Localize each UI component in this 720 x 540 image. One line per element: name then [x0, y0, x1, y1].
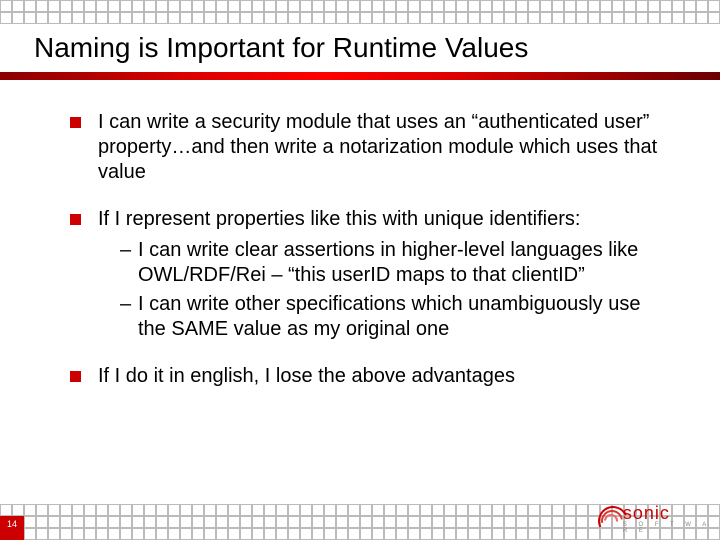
- slide-title: Naming is Important for Runtime Values: [34, 32, 528, 64]
- sonic-logo-icon: [596, 504, 619, 534]
- sonic-logo: sonic S O F T W A R E: [596, 502, 714, 536]
- sub-bullet-text: I can write clear assertions in higher-l…: [138, 239, 638, 286]
- bullet-item: I can write a security module that uses …: [70, 110, 660, 185]
- logo-brand-text: sonic: [623, 504, 714, 522]
- sub-bullet-text: I can write other specifications which u…: [138, 293, 640, 340]
- sub-list: I can write clear assertions in higher-l…: [98, 238, 660, 342]
- sub-bullet-item: I can write clear assertions in higher-l…: [120, 238, 660, 288]
- bullet-text: If I represent properties like this with…: [98, 208, 580, 230]
- slide: Naming is Important for Runtime Values I…: [0, 0, 720, 540]
- bullet-item: If I represent properties like this with…: [70, 207, 660, 342]
- body-content: I can write a security module that uses …: [70, 110, 660, 389]
- title-underline-bar: [0, 72, 720, 80]
- bullet-item: If I do it in english, I lose the above …: [70, 364, 660, 389]
- sub-bullet-item: I can write other specifications which u…: [120, 292, 660, 342]
- bullet-text: If I do it in english, I lose the above …: [98, 365, 515, 387]
- page-number: 14: [0, 512, 24, 536]
- top-border-dots: [0, 0, 720, 24]
- bullet-text: I can write a security module that uses …: [98, 111, 657, 183]
- logo-sub-text: S O F T W A R E: [623, 522, 714, 534]
